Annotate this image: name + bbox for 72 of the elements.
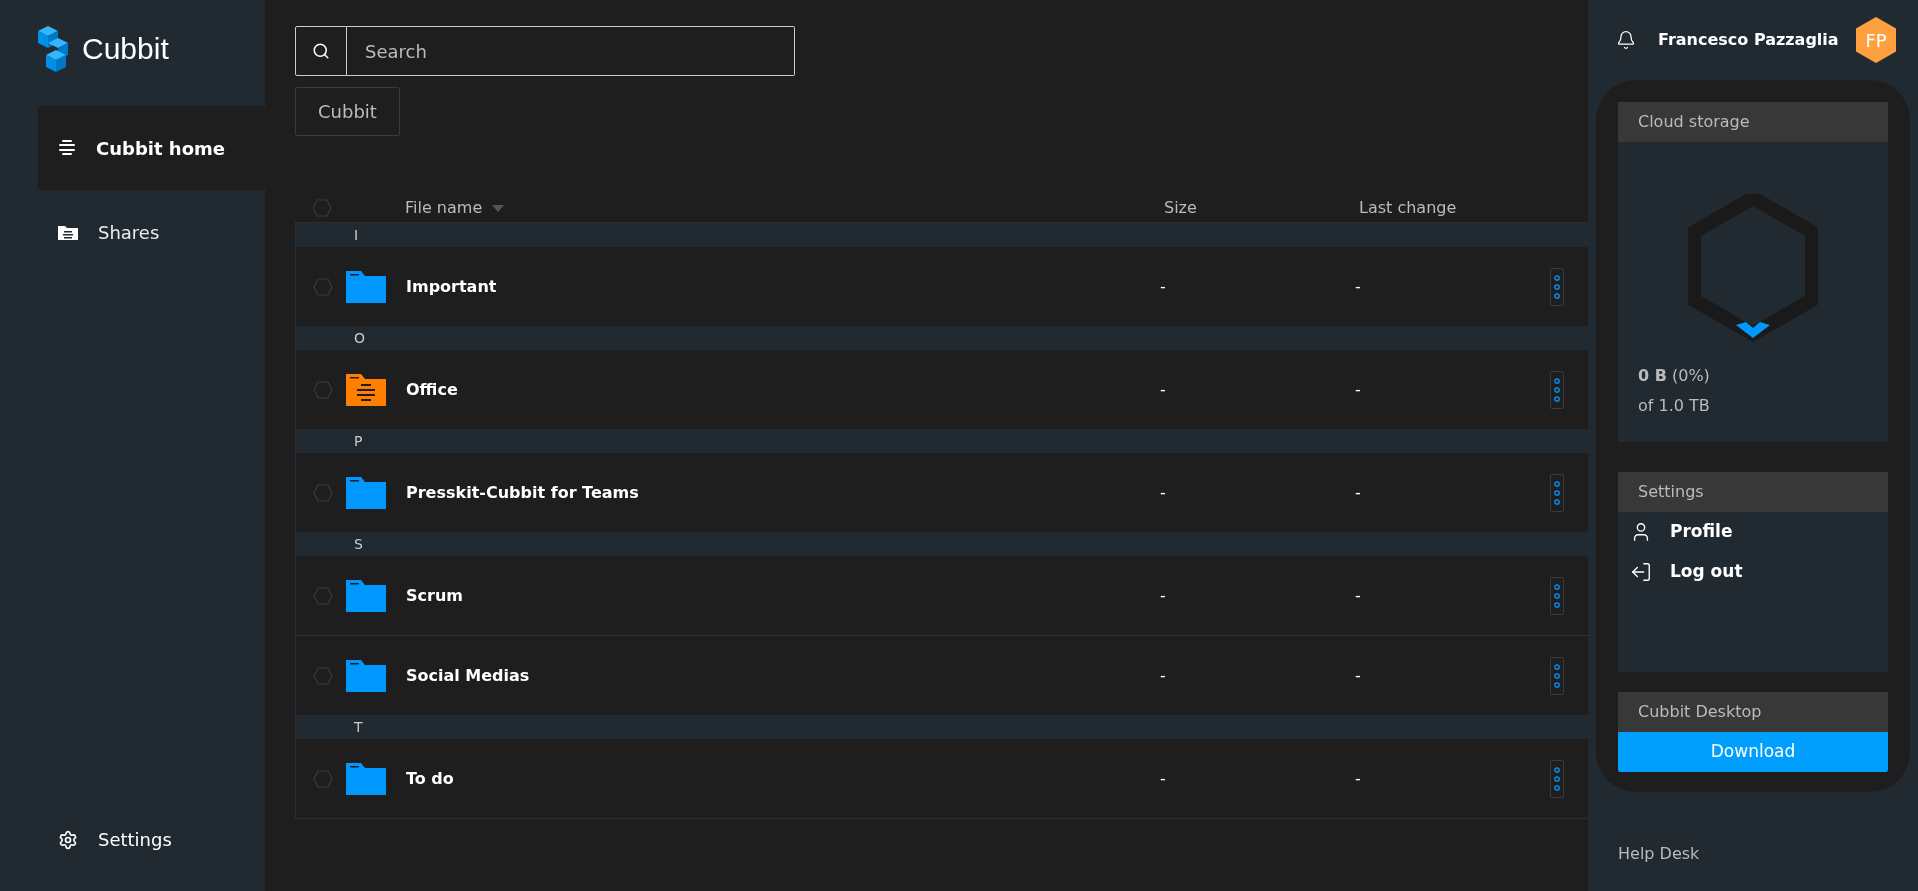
size-cell: - bbox=[1160, 276, 1166, 296]
select-checkbox[interactable] bbox=[312, 380, 333, 399]
file-name[interactable]: Office bbox=[406, 379, 458, 399]
select-checkbox[interactable] bbox=[312, 666, 333, 685]
dots-icon bbox=[1554, 766, 1560, 791]
storage-used: 0 B (0%) bbox=[1638, 365, 1711, 387]
folder-icon bbox=[346, 476, 386, 509]
select-checkbox[interactable] bbox=[312, 483, 333, 502]
last-change-cell: - bbox=[1355, 379, 1361, 399]
file-name[interactable]: Presskit-Cubbit for Teams bbox=[406, 482, 639, 502]
last-change-cell: - bbox=[1355, 276, 1361, 296]
last-change-cell: - bbox=[1355, 482, 1361, 502]
more-button[interactable] bbox=[1550, 370, 1564, 409]
folder-icon bbox=[346, 762, 386, 795]
last-change-cell: - bbox=[1355, 768, 1361, 788]
last-change-cell: - bbox=[1355, 665, 1361, 685]
file-name[interactable]: Important bbox=[406, 276, 497, 296]
more-button[interactable] bbox=[1550, 656, 1564, 695]
settings-link[interactable]: Profile bbox=[1618, 512, 1888, 552]
group-header: O bbox=[296, 326, 1588, 350]
more-button[interactable] bbox=[1550, 576, 1564, 615]
more-button[interactable] bbox=[1550, 473, 1564, 512]
more-button[interactable] bbox=[1550, 759, 1564, 798]
dots-icon bbox=[1554, 274, 1560, 299]
dots-icon bbox=[1554, 583, 1560, 608]
search-icon bbox=[312, 42, 330, 60]
card-header: Settings bbox=[1618, 472, 1888, 512]
settings-link[interactable]: Log out bbox=[1618, 552, 1888, 592]
nav-item[interactable]: Shares bbox=[38, 190, 265, 274]
folder-icon bbox=[346, 579, 386, 612]
stripes-icon bbox=[58, 140, 76, 156]
storage-total: of 1.0 TB bbox=[1638, 395, 1711, 417]
size-cell: - bbox=[1160, 665, 1166, 685]
bell-icon[interactable] bbox=[1616, 30, 1636, 50]
search-field[interactable]: Search bbox=[347, 26, 795, 76]
search-button[interactable] bbox=[295, 26, 347, 76]
folder-icon bbox=[58, 224, 78, 240]
settings-icon bbox=[58, 829, 78, 850]
breadcrumb-button[interactable]: Cubbit bbox=[295, 87, 400, 136]
group-header: S bbox=[296, 532, 1588, 556]
size-cell: - bbox=[1160, 768, 1166, 788]
column-header[interactable]: Last change bbox=[1359, 198, 1457, 217]
user-name: Francesco Pazzaglia bbox=[1658, 29, 1839, 51]
shared-folder-icon bbox=[346, 373, 386, 406]
last-change-cell: - bbox=[1355, 585, 1361, 605]
group-header: T bbox=[296, 715, 1588, 739]
select-checkbox[interactable] bbox=[312, 586, 333, 605]
column-header[interactable]: File name bbox=[405, 196, 483, 220]
dots-icon bbox=[1554, 480, 1560, 505]
folder-icon bbox=[346, 270, 386, 303]
help-desk-link[interactable]: Help Desk bbox=[1618, 842, 1918, 866]
select-checkbox[interactable] bbox=[311, 199, 332, 217]
group-header: I bbox=[296, 223, 1588, 247]
folder-icon bbox=[346, 659, 386, 692]
size-cell: - bbox=[1160, 379, 1166, 399]
nav-item[interactable]: Settings bbox=[38, 826, 265, 853]
group-header: P bbox=[296, 429, 1588, 453]
column-header[interactable]: Size bbox=[1164, 198, 1197, 217]
select-checkbox[interactable] bbox=[312, 769, 333, 788]
size-cell: - bbox=[1160, 482, 1166, 502]
file-name[interactable]: Scrum bbox=[406, 585, 463, 605]
dots-icon bbox=[1554, 663, 1560, 688]
select-checkbox[interactable] bbox=[312, 277, 333, 296]
more-button[interactable] bbox=[1550, 267, 1564, 306]
dots-icon bbox=[1554, 377, 1560, 402]
card-header: Cubbit Desktop bbox=[1618, 692, 1888, 732]
file-name[interactable]: To do bbox=[406, 768, 454, 788]
nav-item[interactable]: Cubbit home bbox=[38, 106, 265, 190]
card-header: Cloud storage bbox=[1618, 102, 1888, 142]
logo-text: Cubbit bbox=[82, 31, 169, 67]
size-cell: - bbox=[1160, 585, 1166, 605]
file-name[interactable]: Social Medias bbox=[406, 665, 530, 685]
